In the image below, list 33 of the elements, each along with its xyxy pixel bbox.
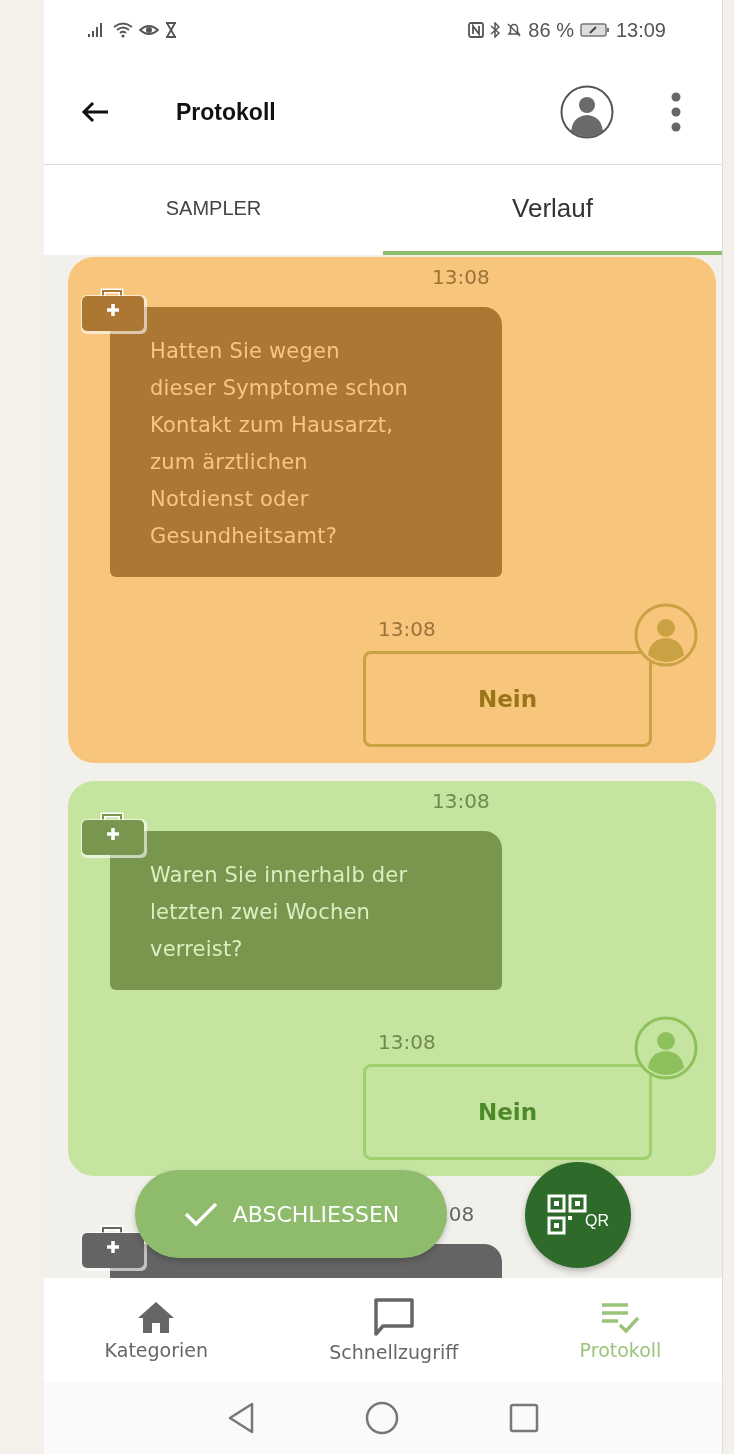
back-button[interactable] bbox=[80, 100, 110, 124]
hourglass-icon bbox=[165, 22, 177, 38]
first-aid-kit-icon bbox=[80, 811, 148, 859]
back-nav-icon[interactable] bbox=[227, 1402, 255, 1434]
battery-icon bbox=[579, 22, 610, 38]
home-nav-icon[interactable] bbox=[365, 1401, 399, 1435]
clock: 13:09 bbox=[615, 18, 666, 42]
bluetooth-icon bbox=[490, 22, 501, 38]
timestamp: 13:08 bbox=[432, 265, 490, 289]
avatar-icon bbox=[634, 1016, 698, 1080]
checkmark-icon bbox=[182, 1200, 219, 1228]
menu-button[interactable] bbox=[670, 92, 682, 132]
eye-icon bbox=[139, 22, 159, 38]
screen-title: Protokoll bbox=[176, 98, 276, 126]
avatar-icon bbox=[634, 603, 698, 667]
answer-bubble: Nein bbox=[363, 651, 652, 747]
qr-button[interactable]: QR bbox=[525, 1162, 631, 1268]
answer-bubble: Nein bbox=[363, 1064, 652, 1160]
timestamp: 13:08 bbox=[378, 617, 436, 641]
nav-item[interactable]: Schnellzugriff bbox=[323, 1296, 465, 1364]
recents-nav-icon[interactable] bbox=[509, 1403, 539, 1433]
nav-item[interactable]: Kategorien bbox=[98, 1298, 215, 1362]
battery-percent: 86 % bbox=[528, 18, 574, 42]
timestamp: 13:08 bbox=[432, 789, 490, 813]
first-aid-kit-icon bbox=[80, 287, 148, 335]
question-bubble: Waren Sie innerhalb der letzten zwei Wochen verreist? bbox=[110, 831, 502, 990]
question-bubble: Hatten Sie wegen dieser Symptome schon Kontakt zum Hausarzt, zum ärztlichen Notdienst oder Gesundheitsamt? bbox=[110, 307, 502, 577]
profile-button[interactable] bbox=[560, 85, 614, 139]
chat-icon bbox=[371, 1297, 416, 1337]
nfc-icon bbox=[468, 22, 485, 38]
bell-muted-icon bbox=[506, 22, 523, 38]
wifi-icon bbox=[113, 22, 133, 38]
timestamp: 13:08 bbox=[378, 1030, 436, 1054]
